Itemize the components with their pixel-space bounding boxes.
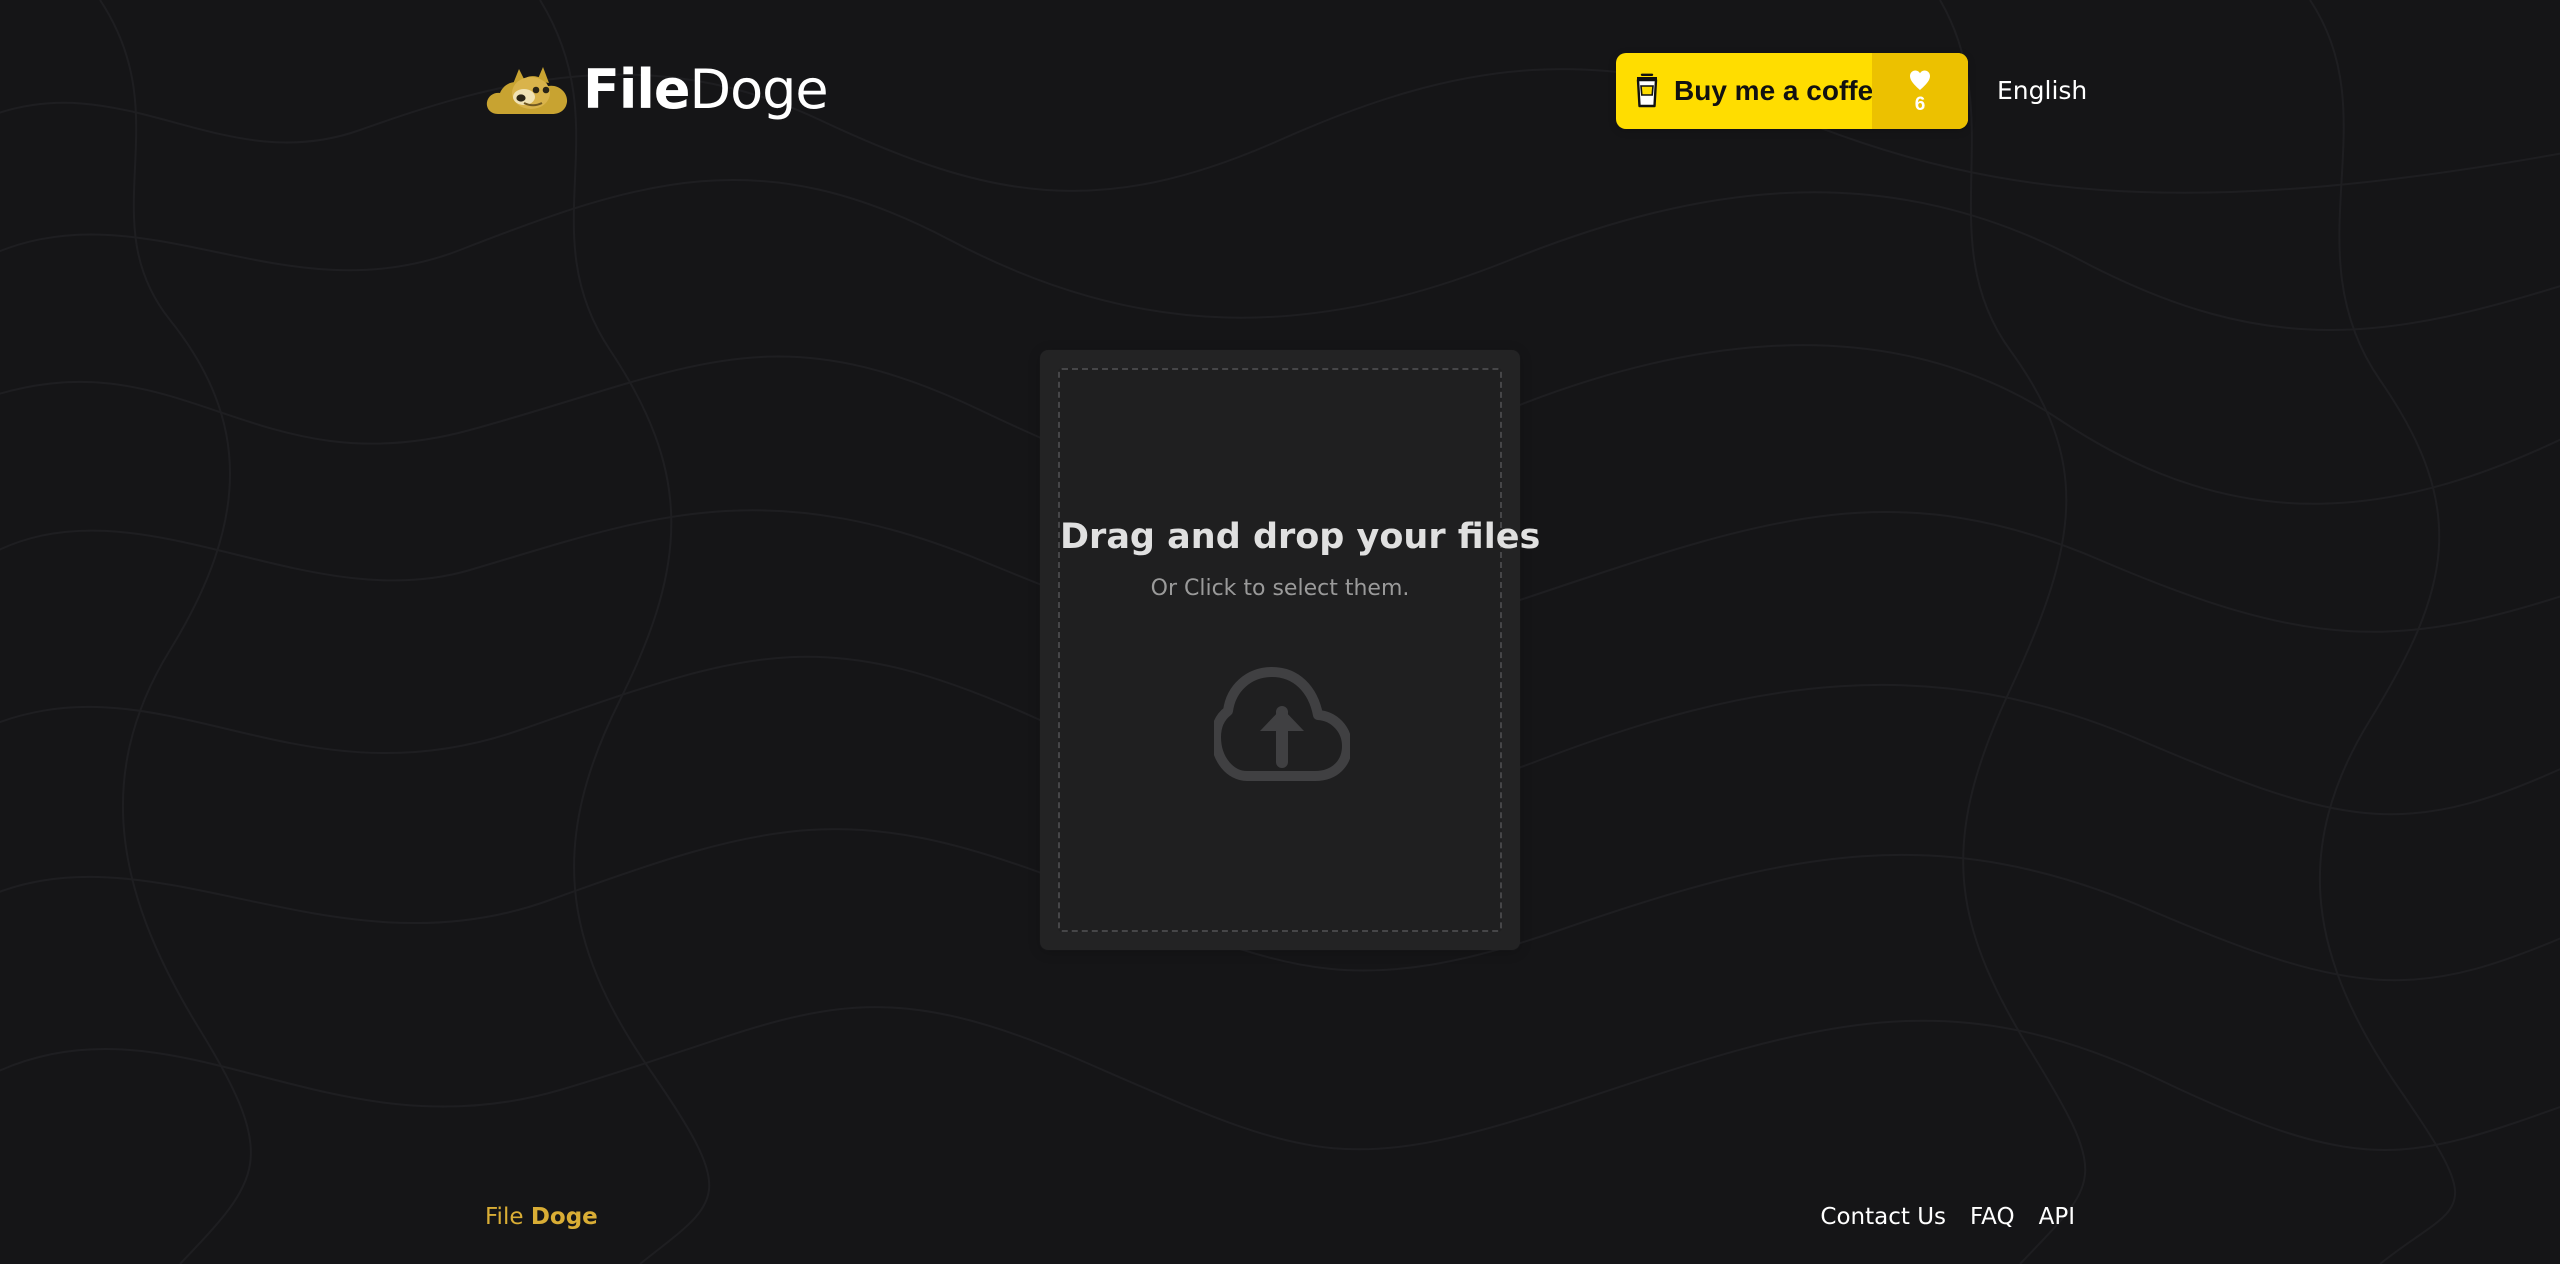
language-selector[interactable]: English <box>1997 76 2087 105</box>
footer-link-contact-us[interactable]: Contact Us <box>1820 1204 1946 1230</box>
footer-links: Contact Us FAQ API <box>1820 1204 2075 1230</box>
footer-brand-link[interactable]: File Doge <box>485 1204 598 1230</box>
dropzone-title: Drag and drop your files <box>1060 517 1541 557</box>
logo-wordmark: FileDoge <box>583 63 829 117</box>
dropzone-subtitle: Or Click to select them. <box>1150 576 1410 601</box>
site-header: FileDoge Buy me a coffee 6 English <box>485 52 2087 130</box>
doge-cloud-icon <box>486 67 568 114</box>
footer-link-faq[interactable]: FAQ <box>1970 1204 2015 1230</box>
file-dropzone[interactable]: Drag and drop your files Or Click to sel… <box>1058 368 1541 932</box>
coffee-cup-icon <box>1636 73 1658 108</box>
coffee-support-count: 6 <box>1872 53 1968 129</box>
heart-icon <box>1910 70 1930 90</box>
footer-brand-doge: Doge <box>530 1204 598 1230</box>
footer-brand-file: File <box>485 1204 524 1230</box>
footer-link-api[interactable]: API <box>2039 1204 2075 1230</box>
site-footer: File Doge Contact Us FAQ API <box>485 1200 2075 1240</box>
logo-word-doge: Doge <box>689 58 829 121</box>
heart-count: 6 <box>1914 93 1926 115</box>
logo-word-file: File <box>583 58 691 121</box>
site-logo-link[interactable]: FileDoge <box>485 56 829 124</box>
coffee-button-main: Buy me a coffee <box>1616 53 1889 129</box>
coffee-button-label: Buy me a coffee <box>1674 75 1889 106</box>
upload-panel: Drag and drop your files Or Click to sel… <box>1040 350 1541 950</box>
upload-cloud-icon <box>1214 667 1350 781</box>
buy-me-a-coffee-button[interactable]: Buy me a coffee 6 <box>1616 53 1968 129</box>
